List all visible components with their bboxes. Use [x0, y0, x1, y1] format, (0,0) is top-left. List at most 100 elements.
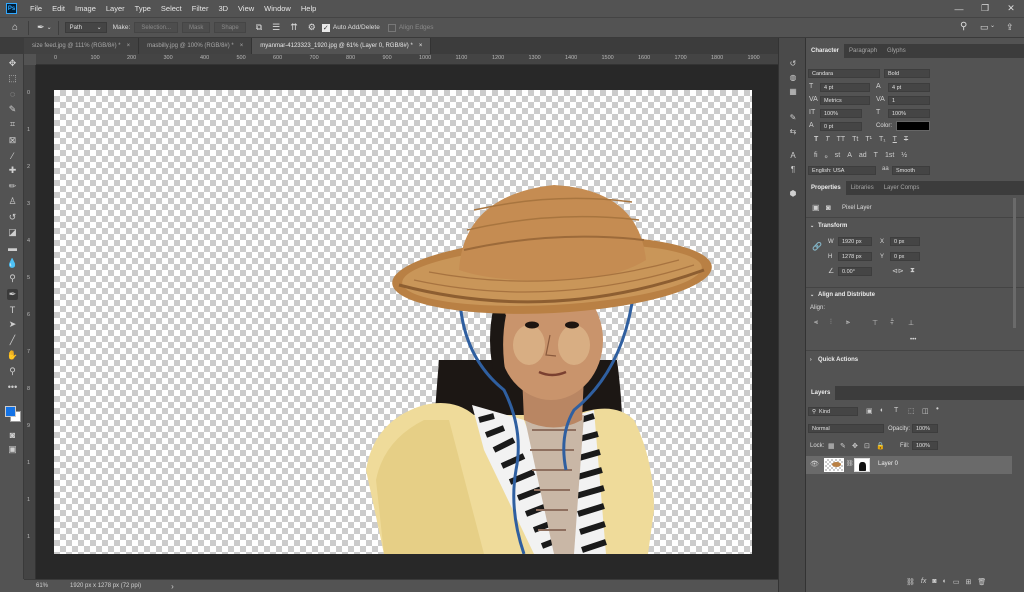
- workspace-icon[interactable]: ▭: [980, 22, 989, 33]
- auto-add-delete-checkbox[interactable]: ✓: [321, 23, 330, 32]
- angle-input[interactable]: 0.00°: [838, 267, 872, 276]
- quick-mask-icon[interactable]: ◙: [7, 429, 18, 440]
- quick-select-tool-icon[interactable]: ✎: [7, 104, 18, 115]
- crop-tool-icon[interactable]: ⌗: [7, 119, 18, 130]
- path-selection-icon[interactable]: ➤: [7, 319, 18, 330]
- filter-adjustment-icon[interactable]: ◐: [880, 407, 884, 414]
- chevron-down-icon[interactable]: ⌄: [810, 223, 814, 229]
- swatches-icon[interactable]: ▦: [787, 86, 799, 97]
- superscript-button[interactable]: T¹: [865, 136, 872, 143]
- flip-horizontal-icon[interactable]: ⊲⊳: [892, 267, 904, 275]
- color-icon[interactable]: ◍: [787, 72, 799, 83]
- tab-glyphs[interactable]: Glyphs: [882, 44, 911, 58]
- titling-button[interactable]: A: [847, 152, 852, 160]
- tab-layer-comps[interactable]: Layer Comps: [879, 181, 925, 195]
- menu-edit[interactable]: Edit: [47, 4, 70, 13]
- adjustment-layer-icon[interactable]: ◐: [943, 578, 947, 586]
- pen-tool-icon[interactable]: ✒: [7, 289, 18, 300]
- lock-artboard-icon[interactable]: ⊡: [864, 442, 870, 450]
- marquee-tool-icon[interactable]: ⬚: [7, 73, 18, 84]
- make-selection-button[interactable]: Selection...: [134, 22, 179, 33]
- font-size-input[interactable]: 4 pt: [820, 83, 870, 92]
- contextual-button[interactable]: T: [874, 152, 878, 160]
- lock-transparent-icon[interactable]: ▦: [828, 442, 835, 450]
- history-brush-icon[interactable]: ↺: [7, 212, 18, 223]
- new-layer-icon[interactable]: ⊞: [965, 578, 971, 586]
- align-hcenter-icon[interactable]: ⫶: [830, 319, 832, 327]
- small-caps-button[interactable]: Tt: [852, 136, 858, 143]
- menu-window[interactable]: Window: [259, 4, 296, 13]
- flip-vertical-icon[interactable]: ⧗: [910, 267, 915, 275]
- subscript-button[interactable]: T₁: [879, 136, 886, 143]
- text-color-swatch[interactable]: [896, 121, 930, 131]
- menu-type[interactable]: Type: [130, 4, 156, 13]
- blend-mode-select[interactable]: Normal: [808, 424, 884, 433]
- filter-shape-icon[interactable]: ⬚: [908, 407, 915, 415]
- antialias-select[interactable]: Smooth: [892, 166, 930, 175]
- layer-name[interactable]: Layer 0: [878, 461, 898, 467]
- mask-icon[interactable]: ◙: [826, 203, 831, 212]
- x-input[interactable]: 0 px: [890, 237, 920, 246]
- make-mask-button[interactable]: Mask: [182, 22, 211, 33]
- tracking-select[interactable]: 1: [888, 96, 930, 105]
- close-icon[interactable]: ✕: [998, 0, 1024, 17]
- path-arrangement-icon[interactable]: ⇈: [290, 22, 298, 33]
- tab-myanmar[interactable]: myanmar-4123323_1920.jpg @ 61% (Layer 0,…: [252, 38, 432, 54]
- fill-input[interactable]: 100%: [912, 441, 938, 450]
- menu-view[interactable]: View: [233, 4, 259, 13]
- menu-image[interactable]: Image: [70, 4, 101, 13]
- chain-icon[interactable]: ⛓: [846, 460, 854, 467]
- fractions-button[interactable]: ½: [901, 152, 907, 160]
- maximize-icon[interactable]: ❐: [972, 0, 998, 17]
- layer-row[interactable]: 👁 ⛓ Layer 0: [806, 456, 1012, 474]
- gear-icon[interactable]: ⚙: [308, 22, 316, 33]
- path-mode-select[interactable]: Path ⌄: [64, 22, 107, 33]
- paragraph-icon[interactable]: ¶: [787, 164, 799, 175]
- minimize-icon[interactable]: —: [946, 0, 972, 17]
- tab-character[interactable]: Character: [806, 44, 845, 58]
- tab-libraries[interactable]: Libraries: [846, 181, 879, 195]
- eye-icon[interactable]: 👁: [810, 460, 819, 468]
- font-family-select[interactable]: Candara: [808, 69, 880, 78]
- ligatures-button[interactable]: fi: [814, 152, 818, 160]
- baseline-shift-input[interactable]: 0 pt: [820, 122, 862, 131]
- tab-layers[interactable]: Layers: [806, 386, 836, 400]
- menu-filter[interactable]: Filter: [187, 4, 214, 13]
- chevron-down-icon[interactable]: ⌄: [990, 22, 995, 29]
- home-icon[interactable]: ⌂: [12, 22, 18, 33]
- more-tools-icon[interactable]: •••: [7, 381, 18, 392]
- tab-paragraph[interactable]: Paragraph: [844, 44, 882, 58]
- share-icon[interactable]: ⇪: [1006, 22, 1014, 33]
- height-input[interactable]: 1278 px: [838, 252, 872, 261]
- brush-settings-icon[interactable]: ✎: [787, 112, 799, 123]
- chevron-down-icon[interactable]: ⌄: [810, 292, 814, 298]
- vertical-scale-input[interactable]: 100%: [820, 109, 862, 118]
- frame-tool-icon[interactable]: ⊠: [7, 135, 18, 146]
- underline-button[interactable]: T: [893, 136, 897, 143]
- menu-3d[interactable]: 3D: [213, 4, 233, 13]
- make-shape-button[interactable]: Shape: [214, 22, 246, 33]
- history-icon[interactable]: ↺: [787, 58, 799, 69]
- clone-stamp-icon[interactable]: ♙: [7, 196, 18, 207]
- move-tool-icon[interactable]: ✥: [7, 58, 18, 69]
- screen-mode-icon[interactable]: ▣: [7, 444, 18, 455]
- trash-icon[interactable]: 🗑: [977, 578, 986, 586]
- close-icon[interactable]: ×: [419, 43, 423, 49]
- faux-bold-button[interactable]: T: [814, 136, 818, 143]
- lock-paint-icon[interactable]: ✎: [840, 442, 846, 450]
- 3d-icon[interactable]: ⬢: [787, 188, 799, 199]
- close-icon[interactable]: ×: [240, 43, 244, 49]
- eraser-tool-icon[interactable]: ◪: [7, 227, 18, 238]
- kerning-select[interactable]: Metrics: [820, 96, 870, 105]
- lock-position-icon[interactable]: ✥: [852, 442, 858, 450]
- tab-masbilly[interactable]: masbilly.jpg @ 100% (RGB/8#) * ×: [139, 38, 253, 54]
- eyedropper-tool-icon[interactable]: ⁄: [7, 150, 18, 161]
- width-input[interactable]: 1920 px: [838, 237, 872, 246]
- menu-select[interactable]: Select: [156, 4, 187, 13]
- brush-tool-icon[interactable]: ✏: [7, 181, 18, 192]
- old-style-button[interactable]: ℴ: [825, 152, 828, 160]
- type-tool-icon[interactable]: T: [7, 304, 18, 315]
- align-edges-checkbox[interactable]: [387, 23, 396, 32]
- more-options-icon[interactable]: •••: [910, 337, 916, 343]
- search-icon[interactable]: ⚲: [960, 21, 967, 32]
